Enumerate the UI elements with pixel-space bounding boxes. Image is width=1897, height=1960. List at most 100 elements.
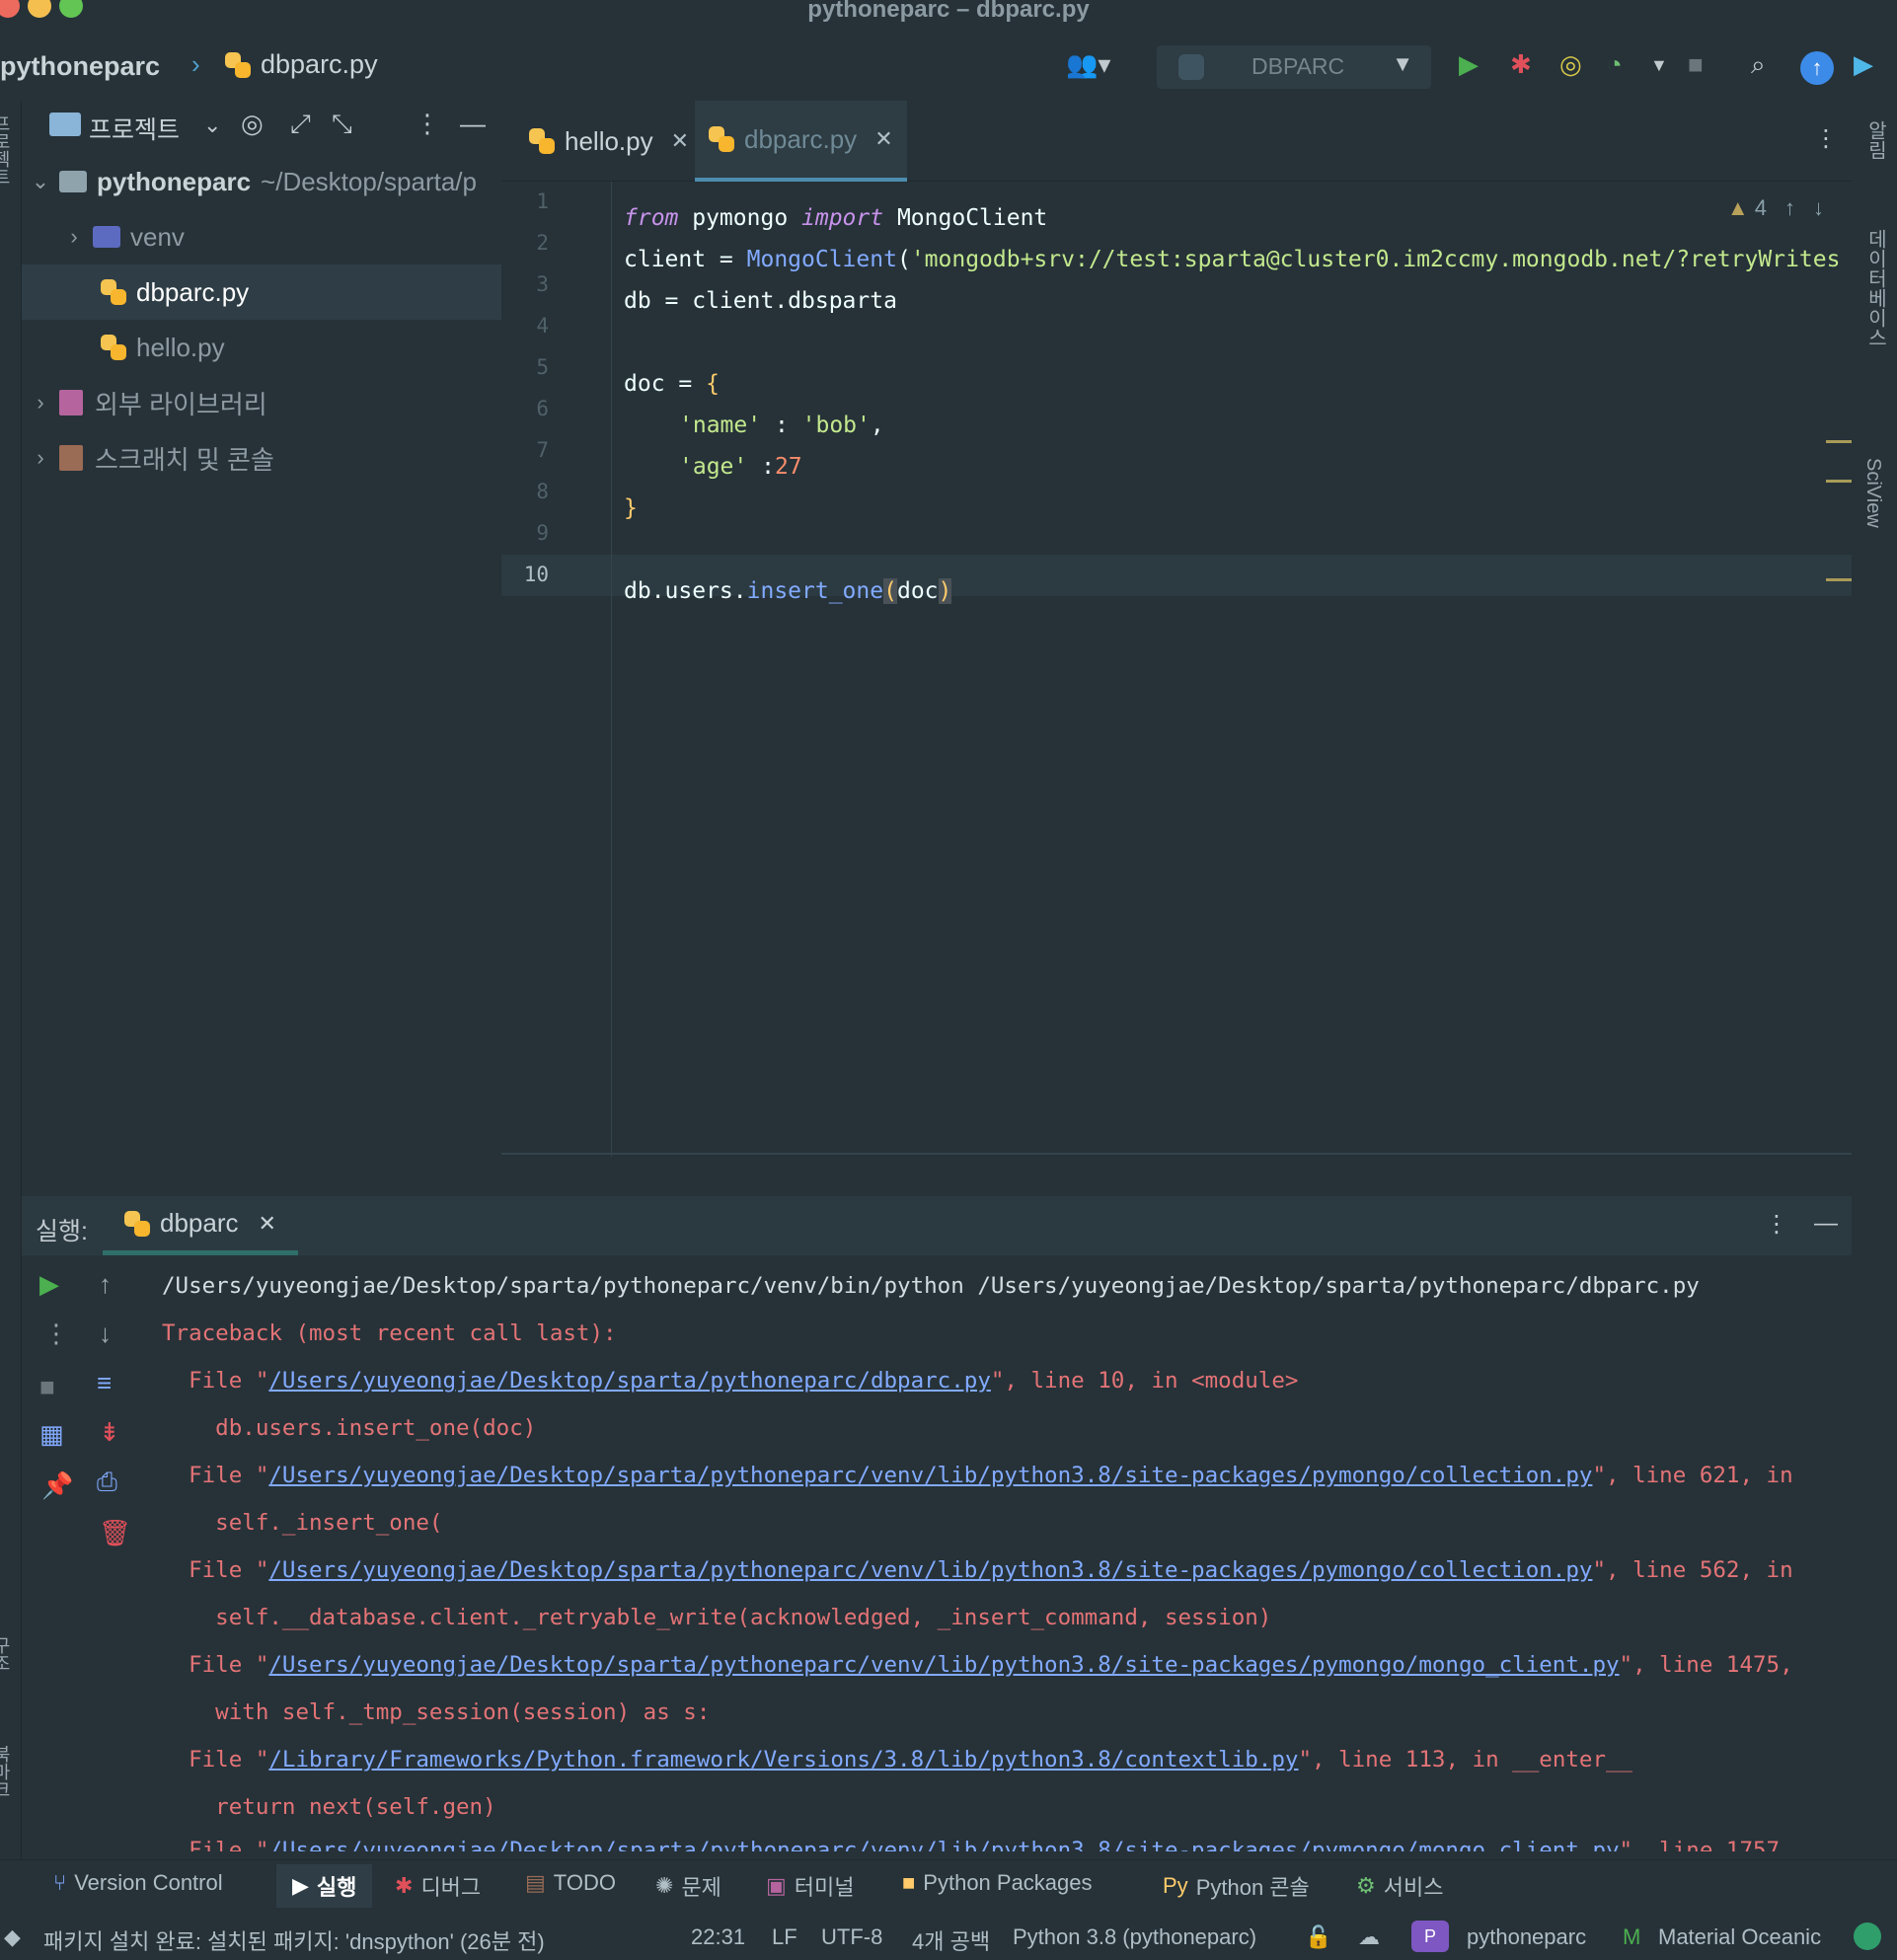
library-icon — [59, 390, 83, 415]
search-icon[interactable]: ⌕ — [1751, 49, 1766, 81]
tool-tab-python-console[interactable]: Py Python 콘솔 — [1163, 1870, 1310, 1902]
scroll-up-icon[interactable]: ↑ — [99, 1269, 112, 1300]
stop-button[interactable]: ■ — [39, 1372, 55, 1402]
tool-tab-run[interactable]: ▶ 실행 — [276, 1864, 373, 1908]
close-icon[interactable]: ✕ — [671, 128, 689, 154]
hide-panel-icon[interactable]: — — [1814, 1210, 1838, 1238]
status-interpreter[interactable]: Python 3.8 (pythoneparc) — [1013, 1924, 1256, 1950]
code-line-3[interactable]: db = client.dbsparta — [624, 280, 897, 322]
run-configuration-label: DBPARC — [1252, 53, 1345, 79]
tree-item-dbparc[interactable]: dbparc.py — [22, 264, 501, 320]
run-configuration-select[interactable]: DBPARC ▼ — [1157, 45, 1431, 89]
breadcrumb-file[interactable]: dbparc.py — [225, 49, 378, 80]
status-encoding[interactable]: UTF-8 — [821, 1924, 882, 1950]
expand-all-icon[interactable]: ⤢ — [290, 109, 311, 140]
tab-dbparc-py[interactable]: dbparc.py ✕ — [695, 101, 907, 182]
rerun-button[interactable]: ▶ — [39, 1269, 59, 1300]
print-icon[interactable]: ⎙ — [97, 1467, 117, 1498]
trash-icon[interactable]: 🗑 — [99, 1518, 131, 1548]
collapse-all-icon[interactable]: ⤡ — [332, 109, 352, 140]
inspection-widget[interactable]: ▲ 4 ↑ ↓ — [1727, 195, 1824, 221]
stop-button[interactable]: ■ — [1688, 49, 1704, 80]
tree-item-scratches[interactable]: › 스크래치 및 콘솔 — [22, 430, 501, 486]
error-stripe-mark[interactable] — [1826, 440, 1852, 443]
status-indent[interactable]: 4개 공백 — [912, 1924, 990, 1956]
more-run-options-icon[interactable]: ▼ — [1650, 55, 1668, 76]
debug-button[interactable]: ✱ — [1510, 49, 1532, 80]
status-line-separator[interactable]: LF — [772, 1924, 797, 1950]
tree-item-external-libraries[interactable]: › 외부 라이브러리 — [22, 375, 501, 430]
more-icon[interactable]: ⋮ — [43, 1319, 69, 1349]
locate-file-icon[interactable]: ◎ — [241, 109, 264, 139]
status-theme[interactable]: Material Oceanic — [1658, 1924, 1821, 1950]
code-line-8[interactable]: } — [624, 488, 638, 529]
chevron-down-icon[interactable]: ⌄ — [203, 113, 221, 138]
previous-problem-icon[interactable]: ↑ — [1784, 195, 1795, 221]
tree-item-hello[interactable]: hello.py — [22, 320, 501, 375]
tool-tab-problems[interactable]: ✺ 문제 — [655, 1870, 721, 1902]
error-stripe-mark[interactable] — [1826, 480, 1852, 483]
code-line-5[interactable]: doc = { — [624, 363, 720, 405]
strip-tab-sciview[interactable]: SciView — [1861, 458, 1884, 528]
scroll-to-end-icon[interactable]: ⇟ — [99, 1417, 120, 1448]
profile-button[interactable]: ◔ — [1607, 49, 1623, 80]
close-icon[interactable]: ✕ — [259, 1211, 276, 1237]
strip-tab-project[interactable]: 프로젝트 — [0, 114, 14, 186]
lock-icon[interactable]: 🔓 — [1305, 1924, 1331, 1950]
error-stripe-mark[interactable] — [1826, 578, 1852, 581]
tool-tab-version-control[interactable]: ⑂ Version Control — [53, 1870, 223, 1896]
collaboration-icon[interactable]: 👥▾ — [1066, 49, 1110, 80]
scroll-down-icon[interactable]: ↓ — [99, 1319, 112, 1349]
breadcrumb-project[interactable]: pythoneparc — [0, 51, 160, 82]
editor-horizontal-scrollbar[interactable] — [501, 1153, 1852, 1155]
options-icon[interactable]: ⋮ — [1765, 1210, 1788, 1239]
strip-tab-structure[interactable]: 구조 — [0, 1636, 14, 1672]
code-line-10[interactable]: db.users.insert_one(doc) — [624, 570, 952, 612]
tool-window-bar: ⑂ Version Control ▶ 실행 ✱ 디버그 ▤ TODO ✺ 문제 ▣ 터미널… — [0, 1859, 1897, 1909]
run-panel-header: 실행: dbparc ✕ ⋮ — — [22, 1196, 1852, 1255]
code-line-6[interactable]: 'name' : 'bob', — [624, 405, 884, 446]
status-message[interactable]: 패키지 설치 완료: 설치된 패키지: 'dnspython' (26분 전) — [43, 1924, 545, 1956]
layout-icon[interactable]: ▦ — [39, 1419, 64, 1450]
console-file-link[interactable]: /Users/yuyeongjae/Desktop/sparta/pythone… — [268, 1838, 1619, 1851]
tree-item-venv[interactable]: › venv — [22, 209, 501, 264]
next-problem-icon[interactable]: ↓ — [1813, 195, 1824, 221]
console-file-link[interactable]: /Users/yuyeongjae/Desktop/sparta/pythone… — [268, 1368, 991, 1394]
strip-tab-notifications[interactable]: 알림 — [1861, 120, 1890, 160]
status-tool-icon[interactable]: ◆ — [4, 1924, 21, 1950]
tool-tab-debug[interactable]: ✱ 디버그 — [395, 1870, 481, 1902]
status-caret-position[interactable]: 22:31 — [691, 1924, 745, 1950]
tab-hello-py[interactable]: hello.py ✕ — [515, 101, 703, 182]
navigation-bar: pythoneparc › dbparc.py 👥▾ DBPARC ▼ ▶ ✱ … — [0, 36, 1897, 101]
code-line-7[interactable]: 'age' :27 — [624, 446, 802, 488]
close-icon[interactable]: ✕ — [874, 126, 892, 152]
pin-icon[interactable]: 📌 — [41, 1470, 73, 1501]
options-icon[interactable]: ⋮ — [415, 109, 440, 139]
console-file-link[interactable]: /Users/yuyeongjae/Desktop/sparta/pythone… — [268, 1557, 1592, 1583]
soft-wrap-icon[interactable]: ≡ — [97, 1368, 112, 1398]
tool-tab-todo[interactable]: ▤ TODO — [525, 1870, 616, 1896]
console-file-link[interactable]: /Library/Frameworks/Python.framework/Ver… — [268, 1747, 1298, 1772]
tab-options-icon[interactable]: ⋮ — [1814, 124, 1838, 153]
tool-tab-python-packages[interactable]: ■ Python Packages — [902, 1870, 1093, 1896]
coverage-button[interactable]: ◎ — [1559, 49, 1582, 80]
tool-tab-terminal[interactable]: ▣ 터미널 — [766, 1870, 855, 1902]
console-file-link[interactable]: /Users/yuyeongjae/Desktop/sparta/pythone… — [268, 1652, 1619, 1678]
strip-tab-database[interactable]: 데이터베이스 — [1861, 229, 1890, 347]
code-line-1[interactable]: from pymongo import MongoClient — [624, 197, 1047, 239]
update-icon[interactable]: ↑ — [1800, 51, 1834, 85]
code-line-2[interactable]: client = MongoClient('mongodb+srv://test… — [624, 239, 1840, 280]
run-tab-dbparc[interactable]: dbparc ✕ — [103, 1196, 298, 1255]
tool-tab-services[interactable]: ⚙ 서비스 — [1356, 1870, 1443, 1902]
strip-tab-bookmarks[interactable]: 북마크 — [0, 1745, 14, 1798]
status-project[interactable]: pythoneparc — [1467, 1924, 1586, 1950]
run-tab-label: dbparc — [160, 1208, 239, 1238]
tree-item-project-root[interactable]: ⌄ pythoneparc ~/Desktop/sparta/p — [22, 154, 501, 209]
project-view-select[interactable]: 프로젝트 — [89, 111, 180, 146]
status-sync-icon[interactable]: ☁ — [1358, 1924, 1380, 1950]
hide-panel-icon[interactable]: — — [460, 109, 486, 139]
console-file-link[interactable]: /Users/yuyeongjae/Desktop/sparta/pythone… — [268, 1463, 1592, 1488]
run-button[interactable]: ▶ — [1459, 49, 1479, 80]
code-with-me-icon[interactable]: ▶ — [1854, 49, 1873, 80]
status-indicator-icon[interactable] — [1854, 1922, 1881, 1950]
